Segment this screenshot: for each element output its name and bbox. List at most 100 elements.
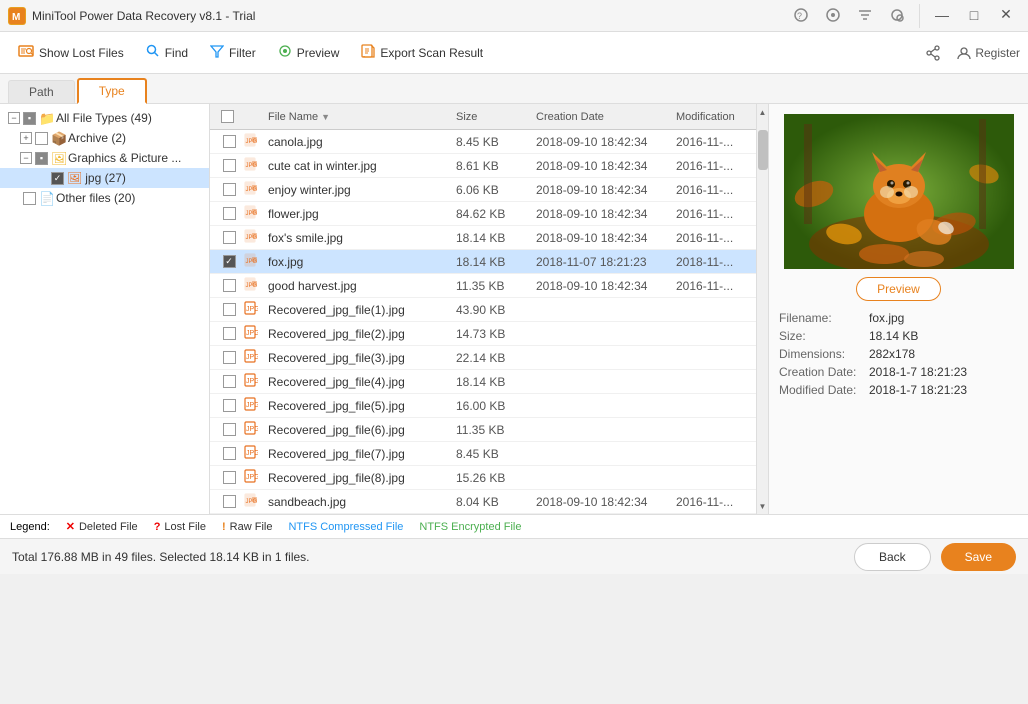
scroll-thumb[interactable] (758, 130, 768, 170)
svg-text:JPG: JPG (246, 474, 258, 481)
scrollbar[interactable]: ▲ ▼ (756, 104, 768, 514)
file-checkbox[interactable] (223, 423, 236, 436)
fox-preview-image (784, 114, 1014, 269)
file-size: 8.61 KB (452, 159, 532, 173)
file-checkbox[interactable] (223, 375, 236, 388)
tree-checkbox-archive[interactable] (35, 132, 48, 145)
file-checkbox[interactable] (223, 303, 236, 316)
preview-action-button[interactable]: Preview (856, 277, 941, 301)
size-value: 18.14 KB (869, 329, 918, 343)
col-creation-header[interactable]: Creation Date (532, 111, 672, 123)
minimize-button[interactable]: — (928, 4, 956, 26)
tab-type[interactable]: Type (77, 78, 147, 104)
file-row[interactable]: JPGRecovered_jpg_file(5).jpg16.00 KB (210, 394, 756, 418)
tree-checkbox-other[interactable] (23, 192, 36, 205)
tab-path[interactable]: Path (8, 80, 75, 103)
register-label: Register (975, 46, 1020, 60)
file-size: 15.26 KB (452, 471, 532, 485)
titlebar-left: M MiniTool Power Data Recovery v8.1 - Tr… (8, 7, 255, 25)
file-list-header: File Name ▼ Size Creation Date Modificat… (210, 104, 756, 130)
file-size: 8.45 KB (452, 135, 532, 149)
file-name: Recovered_jpg_file(4).jpg (264, 375, 452, 389)
file-checkbox[interactable] (223, 327, 236, 340)
filter-button[interactable]: Filter (200, 40, 266, 65)
file-name: canola.jpg (264, 135, 452, 149)
export-scan-result-button[interactable]: Export Scan Result (351, 40, 493, 65)
size-label: Size: (779, 329, 869, 343)
titlebar-icon-2[interactable] (819, 4, 847, 26)
tree-item-other-files[interactable]: 📄 Other files (20) (0, 188, 209, 208)
file-checkbox[interactable]: ✓ (223, 255, 236, 268)
file-row[interactable]: JPGRecovered_jpg_file(7).jpg8.45 KB (210, 442, 756, 466)
col-modification-header[interactable]: Modification (672, 111, 752, 123)
file-checkbox[interactable] (223, 231, 236, 244)
tree-expand-all[interactable]: − (8, 112, 20, 124)
file-checkbox[interactable] (223, 279, 236, 292)
file-row[interactable]: JPGsandbeach.jpg8.04 KB2018-09-10 18:42:… (210, 490, 756, 514)
legend-deleted-file: ✕ Deleted File (66, 520, 138, 533)
tree-expand-graphics[interactable]: − (20, 152, 32, 164)
legend-lost-file: ? Lost File (154, 521, 206, 533)
file-checkbox[interactable] (223, 447, 236, 460)
file-row[interactable]: JPGRecovered_jpg_file(2).jpg14.73 KB (210, 322, 756, 346)
file-checkbox[interactable] (223, 471, 236, 484)
file-row[interactable]: JPGRecovered_jpg_file(6).jpg11.35 KB (210, 418, 756, 442)
scroll-down-btn[interactable]: ▼ (757, 498, 768, 514)
legend-bar: Legend: ✕ Deleted File ? Lost File ! Raw… (0, 514, 1028, 538)
file-row[interactable]: JPGcanola.jpg8.45 KB2018-09-10 18:42:342… (210, 130, 756, 154)
file-row[interactable]: JPGRecovered_jpg_file(3).jpg22.14 KB (210, 346, 756, 370)
file-type-icon: JPG (244, 349, 264, 366)
back-button[interactable]: Back (854, 543, 931, 571)
file-row[interactable]: JPGgood harvest.jpg11.35 KB2018-09-10 18… (210, 274, 756, 298)
register-button[interactable]: Register (957, 46, 1020, 60)
file-checkbox[interactable] (223, 399, 236, 412)
file-name: sandbeach.jpg (264, 495, 452, 509)
maximize-button[interactable]: □ (960, 4, 988, 26)
tree-item-archive[interactable]: + 📦 Archive (2) (0, 128, 209, 148)
file-checkbox[interactable] (223, 207, 236, 220)
tree-expand-archive[interactable]: + (20, 132, 32, 144)
legend-ntfs-compressed: NTFS Compressed File (288, 521, 403, 533)
file-row[interactable]: JPGflower.jpg84.62 KB2018-09-10 18:42:34… (210, 202, 756, 226)
file-size: 11.35 KB (452, 423, 532, 437)
scroll-up-btn[interactable]: ▲ (757, 104, 768, 120)
file-checkbox[interactable] (223, 159, 236, 172)
ntfs-compressed-label: NTFS Compressed File (288, 521, 403, 533)
file-row[interactable]: JPGRecovered_jpg_file(4).jpg18.14 KB (210, 370, 756, 394)
titlebar-icon-4[interactable] (883, 4, 911, 26)
file-checkbox[interactable] (223, 183, 236, 196)
file-checkbox[interactable] (223, 135, 236, 148)
file-list: File Name ▼ Size Creation Date Modificat… (210, 104, 756, 514)
col-name-header[interactable]: File Name ▼ (264, 111, 452, 123)
tree-item-graphics[interactable]: − ▪ 🖼 Graphics & Picture ... (0, 148, 209, 168)
file-row[interactable]: JPGfox's smile.jpg18.14 KB2018-09-10 18:… (210, 226, 756, 250)
titlebar-icon-1[interactable]: ? (787, 4, 815, 26)
close-button[interactable]: ✕ (992, 4, 1020, 26)
file-row[interactable]: JPGcute cat in winter.jpg8.61 KB2018-09-… (210, 154, 756, 178)
preview-button[interactable]: Preview (268, 40, 350, 65)
tree-item-jpg[interactable]: ✓ 🖼 jpg (27) (0, 168, 209, 188)
file-row[interactable]: JPGRecovered_jpg_file(1).jpg43.90 KB (210, 298, 756, 322)
find-button[interactable]: Find (136, 40, 198, 65)
file-size: 8.04 KB (452, 495, 532, 509)
save-button[interactable]: Save (941, 543, 1016, 571)
share-button[interactable] (915, 41, 951, 65)
header-checkbox[interactable] (221, 110, 234, 123)
tree-checkbox-all[interactable]: ▪ (23, 112, 36, 125)
tree-checkbox-jpg[interactable]: ✓ (51, 172, 64, 185)
file-type-icon: JPG (244, 229, 264, 246)
file-row[interactable]: JPGenjoy winter.jpg6.06 KB2018-09-10 18:… (210, 178, 756, 202)
tree-checkbox-graphics[interactable]: ▪ (35, 152, 48, 165)
tree-item-all-file-types[interactable]: − ▪ 📁 All File Types (49) (0, 108, 209, 128)
col-size-header[interactable]: Size (452, 111, 532, 123)
file-row[interactable]: JPGRecovered_jpg_file(8).jpg15.26 KB (210, 466, 756, 490)
file-checkbox[interactable] (223, 351, 236, 364)
toolbar-left: Show Lost Files Find Filter Preview Expo… (8, 39, 493, 66)
titlebar-icon-3[interactable] (851, 4, 879, 26)
modified-date-value: 2018-1-7 18:21:23 (869, 383, 967, 397)
file-checkbox[interactable] (223, 495, 236, 508)
file-size: 18.14 KB (452, 255, 532, 269)
file-row[interactable]: ✓JPGfox.jpg18.14 KB2018-11-07 18:21:2320… (210, 250, 756, 274)
show-lost-files-button[interactable]: Show Lost Files (8, 39, 134, 66)
file-creation-date: 2018-09-10 18:42:34 (532, 231, 672, 245)
